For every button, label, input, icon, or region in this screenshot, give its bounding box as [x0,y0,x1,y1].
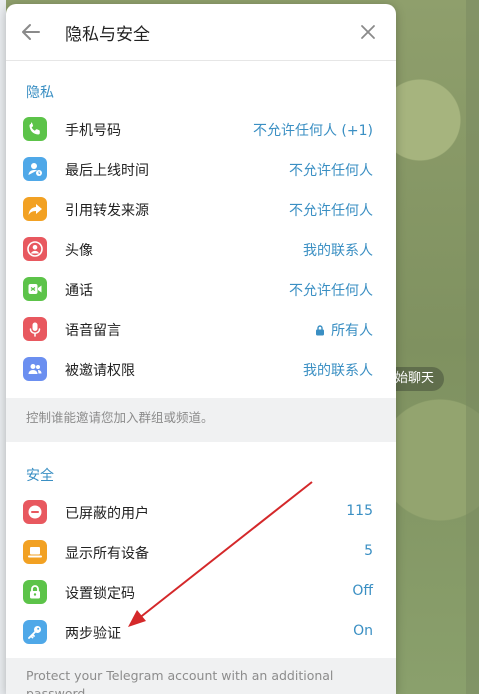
row-value: 我的联系人 [303,240,373,260]
value-text: 不允许任何人 [289,283,373,299]
value-text: On [353,623,373,639]
row-value: 所有人 [315,320,373,340]
privacy-hint-block: 控制谁能邀请您加入群组或频道。 [6,398,396,442]
group-icon [23,357,47,381]
laptop-icon [23,540,47,564]
privacy-hint-text: 控制谁能邀请您加入群组或频道。 [26,410,214,425]
row-label: 已屏蔽的用户 [65,506,149,522]
row-value: 115 [346,503,373,519]
row-label: 被邀请权限 [65,363,135,379]
lock-small-icon [316,324,324,335]
security-item-blocked-users[interactable]: 已屏蔽的用户 115 [6,492,396,532]
row-label: 两步验证 [65,626,121,642]
row-label: 设置锁定码 [65,586,135,602]
privacy-settings-panel: 隐私与安全 隐私 手机号码 不允许任何人 (+1) 最后上线时间 不允许任何人 … [6,4,396,694]
privacy-item-forward-source[interactable]: 引用转发来源 不允许任何人 [6,189,396,229]
lock-icon [23,580,47,604]
privacy-item-voice-messages[interactable]: 语音留言 所有人 [6,309,396,349]
row-label: 头像 [65,243,93,259]
privacy-item-invites[interactable]: 被邀请权限 我的联系人 [6,349,396,389]
panel-header: 隐私与安全 [6,4,396,61]
chat-scrollbar[interactable] [466,0,479,694]
row-value: 不允许任何人 [289,160,373,180]
row-value: 不允许任何人 [289,200,373,220]
page-title: 隐私与安全 [65,25,150,45]
row-value: Off [352,583,373,599]
security-section-title: 安全 [26,468,54,484]
value-text: 5 [364,543,373,559]
value-text: 115 [346,503,373,519]
row-label: 引用转发来源 [65,203,149,219]
value-text: 我的联系人 [303,363,373,379]
value-text: 我的联系人 [303,243,373,259]
value-text: 不允许任何人 [289,163,373,179]
profile-icon [23,237,47,261]
back-arrow-icon[interactable] [20,21,42,43]
key-icon [23,620,47,644]
privacy-item-profile-photo[interactable]: 头像 我的联系人 [6,229,396,269]
block-icon [23,500,47,524]
microphone-icon [23,317,47,341]
privacy-section-title: 隐私 [26,85,54,101]
row-label: 显示所有设备 [65,546,149,562]
call-icon [23,277,47,301]
row-value: 我的联系人 [303,360,373,380]
row-label: 语音留言 [65,323,121,339]
security-item-two-step[interactable]: 两步验证 On [6,612,396,652]
security-item-passcode[interactable]: 设置锁定码 Off [6,572,396,612]
privacy-item-calls[interactable]: 通话 不允许任何人 [6,269,396,309]
value-text: 不允许任何人 [289,203,373,219]
forward-icon [23,197,47,221]
value-text: 不允许任何人 (+1) [252,123,373,139]
row-label: 最后上线时间 [65,163,149,179]
privacy-item-last-seen[interactable]: 最后上线时间 不允许任何人 [6,149,396,189]
row-value: 不允许任何人 (+1) [253,120,373,140]
phone-icon [23,117,47,141]
value-text: 所有人 [331,323,373,339]
value-text: Off [352,583,373,599]
row-value: 5 [364,543,373,559]
row-value: On [353,623,373,639]
row-label: 通话 [65,283,93,299]
user-clock-icon [23,157,47,181]
row-value: 不允许任何人 [289,280,373,300]
privacy-item-phone-number[interactable]: 手机号码 不允许任何人 (+1) [6,109,396,149]
row-label: 手机号码 [65,123,121,139]
security-hint-text: Protect your Telegram account with an ad… [26,668,334,694]
close-icon[interactable] [358,22,378,42]
security-item-devices[interactable]: 显示所有设备 5 [6,532,396,572]
security-hint-block: Protect your Telegram account with an ad… [6,658,396,694]
